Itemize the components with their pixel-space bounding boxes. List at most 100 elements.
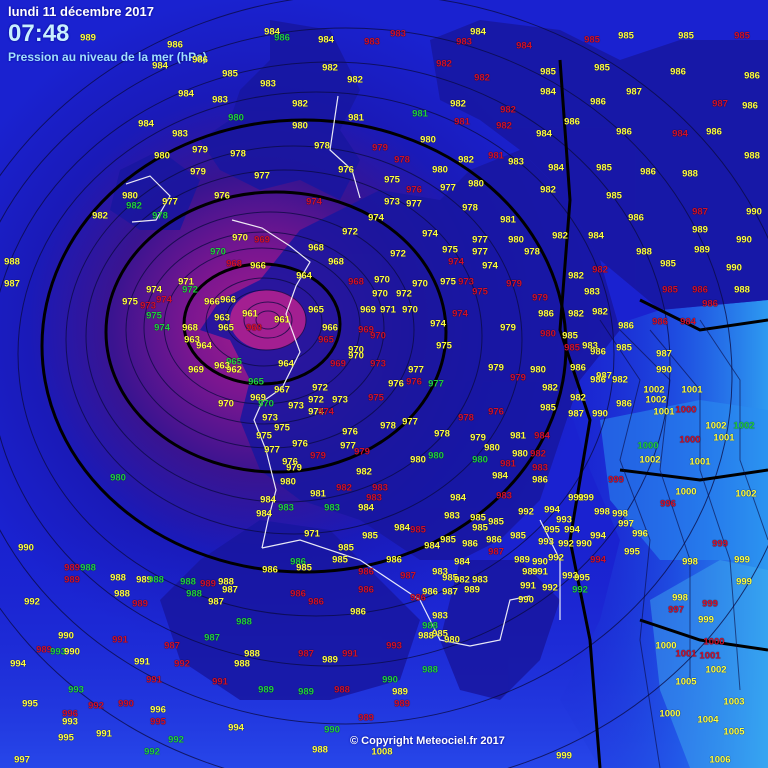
station-value: 1003 xyxy=(723,696,745,708)
station-value: 980 xyxy=(154,150,170,162)
station-value: 984 xyxy=(534,430,550,442)
station-value: 976 xyxy=(388,378,404,390)
station-value: 990 xyxy=(576,538,592,550)
station-value: 977 xyxy=(472,246,488,258)
station-value: 982 xyxy=(592,264,608,276)
station-value: 990 xyxy=(746,206,762,218)
station-value: 978 xyxy=(524,246,540,258)
station-value: 1000 xyxy=(703,636,725,648)
station-value: 986 xyxy=(358,566,374,578)
station-value: 973 xyxy=(370,358,386,370)
station-value: 970 xyxy=(372,288,388,300)
station-value: 992 xyxy=(168,734,184,746)
station-value: 1000 xyxy=(655,640,677,652)
station-value: 963 xyxy=(214,360,230,372)
station-value: 975 xyxy=(368,392,384,404)
station-value: 994 xyxy=(564,524,580,536)
station-value: 981 xyxy=(500,458,516,470)
station-value: 989 xyxy=(298,686,314,698)
station-value: 1000 xyxy=(675,404,697,416)
station-value: 985 xyxy=(440,534,456,546)
station-value: 984 xyxy=(672,128,688,140)
station-value: 991 xyxy=(96,728,112,740)
station-value: 986 xyxy=(486,534,502,546)
station-value: 966 xyxy=(250,260,266,272)
station-value: 1005 xyxy=(723,726,745,738)
station-value: 987 xyxy=(222,584,238,596)
station-value: 986 xyxy=(262,564,278,576)
station-value: 986 xyxy=(462,538,478,550)
station-value: 981 xyxy=(348,112,364,124)
station-value: 981 xyxy=(510,430,526,442)
station-value: 1001 xyxy=(689,456,711,468)
station-value: 974 xyxy=(482,260,498,272)
station-value: 969 xyxy=(330,358,346,370)
station-value: 973 xyxy=(384,196,400,208)
station-value: 984 xyxy=(540,86,556,98)
station-value: 980 xyxy=(420,134,436,146)
station-value: 982 xyxy=(356,466,372,478)
station-value: 999 xyxy=(702,598,718,610)
station-value: 1005 xyxy=(675,676,697,688)
station-value: 991 xyxy=(532,566,548,578)
station-value: 982 xyxy=(570,392,586,404)
station-value: 988 xyxy=(4,256,20,268)
station-value: 984 xyxy=(138,118,154,130)
station-value: 975 xyxy=(274,422,290,434)
station-value: 996 xyxy=(660,498,676,510)
station-value: 991 xyxy=(146,674,162,686)
station-value: 977 xyxy=(264,444,280,456)
station-value: 982 xyxy=(92,210,108,222)
station-value: 990 xyxy=(592,408,608,420)
station-value: 982 xyxy=(500,104,516,116)
station-value: 997 xyxy=(668,604,684,616)
station-value: 986 xyxy=(350,606,366,618)
station-value: 998 xyxy=(672,592,688,604)
station-value: 982 xyxy=(592,306,608,318)
station-value: 975 xyxy=(442,244,458,256)
station-value: 986 xyxy=(564,116,580,128)
station-value: 982 xyxy=(126,200,142,212)
station-value: 1000 xyxy=(675,486,697,498)
station-value: 1000 xyxy=(679,434,701,446)
station-value: 985 xyxy=(296,562,312,574)
station-value: 999 xyxy=(556,750,572,762)
station-value: 989 xyxy=(392,686,408,698)
station-value: 979 xyxy=(310,450,326,462)
station-value: 982 xyxy=(436,58,452,70)
station-value: 966 xyxy=(204,296,220,308)
station-value: 984 xyxy=(424,540,440,552)
station-value: 976 xyxy=(342,426,358,438)
station-value: 980 xyxy=(428,450,444,462)
station-value: 986 xyxy=(410,592,426,604)
station-value: 972 xyxy=(390,248,406,260)
station-value: 969 xyxy=(254,234,270,246)
station-value: 992 xyxy=(24,596,40,608)
station-value: 992 xyxy=(518,506,534,518)
station-value: 992 xyxy=(144,746,160,758)
station-value: 992 xyxy=(572,584,588,596)
station-value: 985 xyxy=(678,30,694,42)
station-value: 988 xyxy=(80,562,96,574)
station-value: 976 xyxy=(292,438,308,450)
station-value: 974 xyxy=(156,294,172,306)
station-value: 973 xyxy=(288,400,304,412)
station-value: 975 xyxy=(384,174,400,186)
station-value: 986 xyxy=(290,588,306,600)
station-value: 982 xyxy=(450,98,466,110)
station-value: 1008 xyxy=(371,746,393,758)
station-value: 964 xyxy=(296,270,312,282)
station-value: 977 xyxy=(408,364,424,376)
station-value: 989 xyxy=(132,598,148,610)
station-value: 989 xyxy=(200,578,216,590)
station-value: 999 xyxy=(736,576,752,588)
station-value: 985 xyxy=(540,66,556,78)
station-value: 991 xyxy=(112,634,128,646)
station-value: 987 xyxy=(208,596,224,608)
station-value: 978 xyxy=(380,420,396,432)
station-value: 983 xyxy=(584,286,600,298)
station-value: 980 xyxy=(444,634,460,646)
station-value: 988 xyxy=(734,284,750,296)
station-value: 984 xyxy=(178,88,194,100)
station-value: 984 xyxy=(548,162,564,174)
